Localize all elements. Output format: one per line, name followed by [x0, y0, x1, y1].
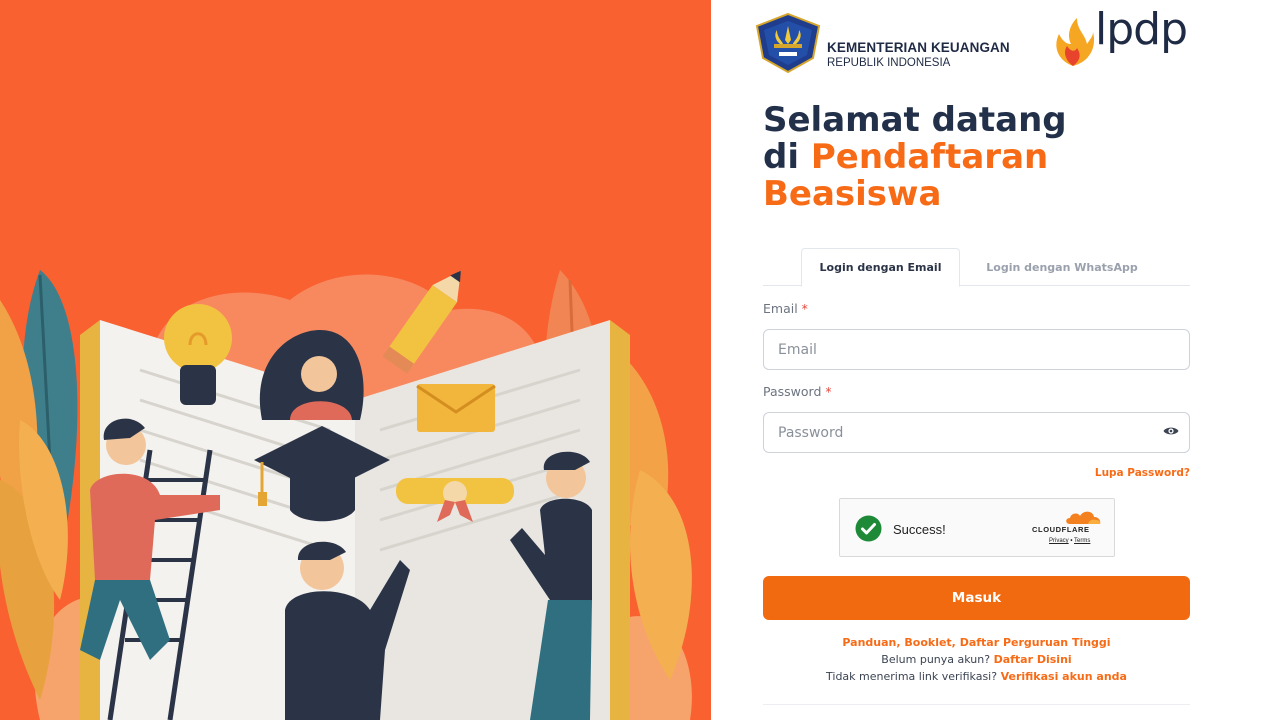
tab-login-whatsapp[interactable]: Login dengan WhatsApp [977, 248, 1147, 286]
title-line-2-accent: Pendaftaran [810, 137, 1049, 177]
guide-booklet-link[interactable]: Panduan, Booklet, Daftar Perguruan Tingg… [842, 636, 1110, 649]
no-verification-text: Tidak menerima link verifikasi? [826, 670, 998, 683]
title-line-1: Selamat datang [763, 100, 1067, 140]
no-account-text: Belum punya akun? [881, 653, 991, 666]
page-title: Selamat datang di Pendaftaran Beasiswa [763, 102, 1183, 213]
email-required-mark: * [801, 301, 808, 316]
logo-header: KEMENTERIAN KEUANGAN REPUBLIK INDONESIA … [755, 8, 1201, 74]
verify-account-link[interactable]: Verifikasi akun anda [1001, 670, 1127, 683]
email-label: Email * [763, 301, 808, 316]
ministry-name: KEMENTERIAN KEUANGAN [827, 40, 1010, 55]
tab-login-email[interactable]: Login dengan Email [801, 248, 960, 287]
password-required-mark: * [825, 384, 832, 399]
lpdp-flame-icon [1056, 18, 1095, 66]
cloudflare-wordmark: CLOUDFLARE [1032, 525, 1090, 534]
cloudflare-turnstile-widget[interactable]: Success! CLOUDFLARE Privacy • Terms [839, 498, 1115, 557]
kemenkeu-emblem-icon [755, 12, 821, 74]
login-method-tabs: Login dengan Email Login dengan WhatsApp [763, 248, 1190, 287]
check-circle-icon [855, 515, 882, 542]
password-label: Password * [763, 384, 832, 399]
register-link[interactable]: Daftar Disini [994, 653, 1072, 666]
cloudflare-cloud-icon [1066, 511, 1101, 524]
forgot-password-link[interactable]: Lupa Password? [1095, 467, 1190, 479]
captcha-status: Success! [893, 522, 946, 537]
ministry-subtitle: REPUBLIK INDONESIA [827, 57, 951, 69]
captcha-links-separator: • [1070, 538, 1073, 544]
login-panel: KEMENTERIAN KEUANGAN REPUBLIK INDONESIA … [711, 0, 1280, 720]
title-line-3-accent: Beasiswa [763, 174, 942, 214]
password-field[interactable] [763, 412, 1190, 453]
login-submit-button[interactable]: Masuk [763, 576, 1190, 620]
hero-illustration-panel [0, 0, 711, 720]
footer-links: Panduan, Booklet, Daftar Perguruan Tingg… [763, 634, 1190, 685]
email-field[interactable] [763, 329, 1190, 370]
footer-divider [763, 704, 1190, 705]
lpdp-logo: lpdp [1051, 8, 1201, 74]
captcha-links: Privacy • Terms [1049, 538, 1090, 544]
lpdp-wordmark: lpdp [1095, 4, 1188, 55]
education-illustration [0, 270, 692, 720]
password-label-text: Password [763, 384, 822, 399]
eye-icon[interactable] [1163, 425, 1179, 437]
email-label-text: Email [763, 301, 798, 316]
terms-link[interactable]: Terms [1074, 538, 1090, 544]
privacy-link[interactable]: Privacy [1049, 538, 1069, 544]
kemenkeu-logo: KEMENTERIAN KEUANGAN REPUBLIK INDONESIA [755, 12, 1015, 74]
title-line-2-prefix: di [763, 137, 811, 177]
